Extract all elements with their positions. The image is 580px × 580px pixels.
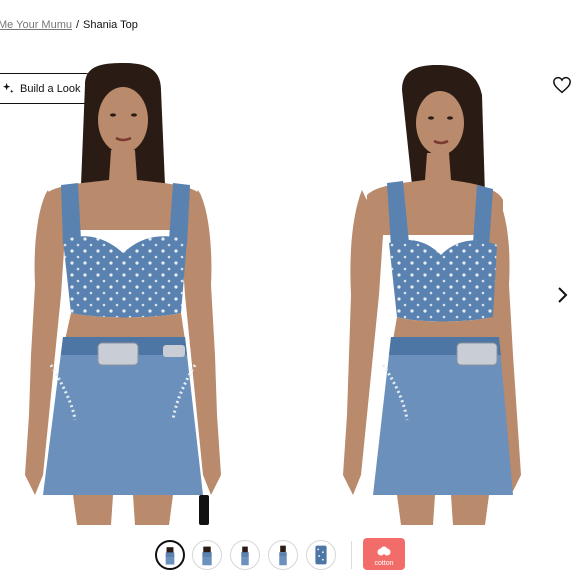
- thumbnail-1[interactable]: [155, 540, 185, 570]
- product-image-front[interactable]: [3, 55, 253, 525]
- breadcrumb-link-brand[interactable]: Me Your Mumu: [0, 19, 72, 31]
- breadcrumb-current: Shania Top: [83, 19, 138, 31]
- thumbnail-3[interactable]: [230, 540, 260, 570]
- thumbnail-strip: [0, 536, 580, 576]
- cotton-boll-icon: [377, 546, 391, 556]
- cotton-label: cotton: [374, 560, 394, 567]
- thumbnail-2[interactable]: [192, 540, 222, 570]
- thumbnail-4[interactable]: [268, 540, 298, 570]
- product-image-side[interactable]: [317, 55, 567, 525]
- thumbnail-5[interactable]: [306, 540, 336, 570]
- thumbnail-divider: [351, 541, 352, 569]
- breadcrumb-separator: /: [75, 19, 80, 31]
- breadcrumb: Me Your Mumu / Shania Top: [0, 19, 138, 31]
- cotton-badge: cotton: [363, 538, 405, 570]
